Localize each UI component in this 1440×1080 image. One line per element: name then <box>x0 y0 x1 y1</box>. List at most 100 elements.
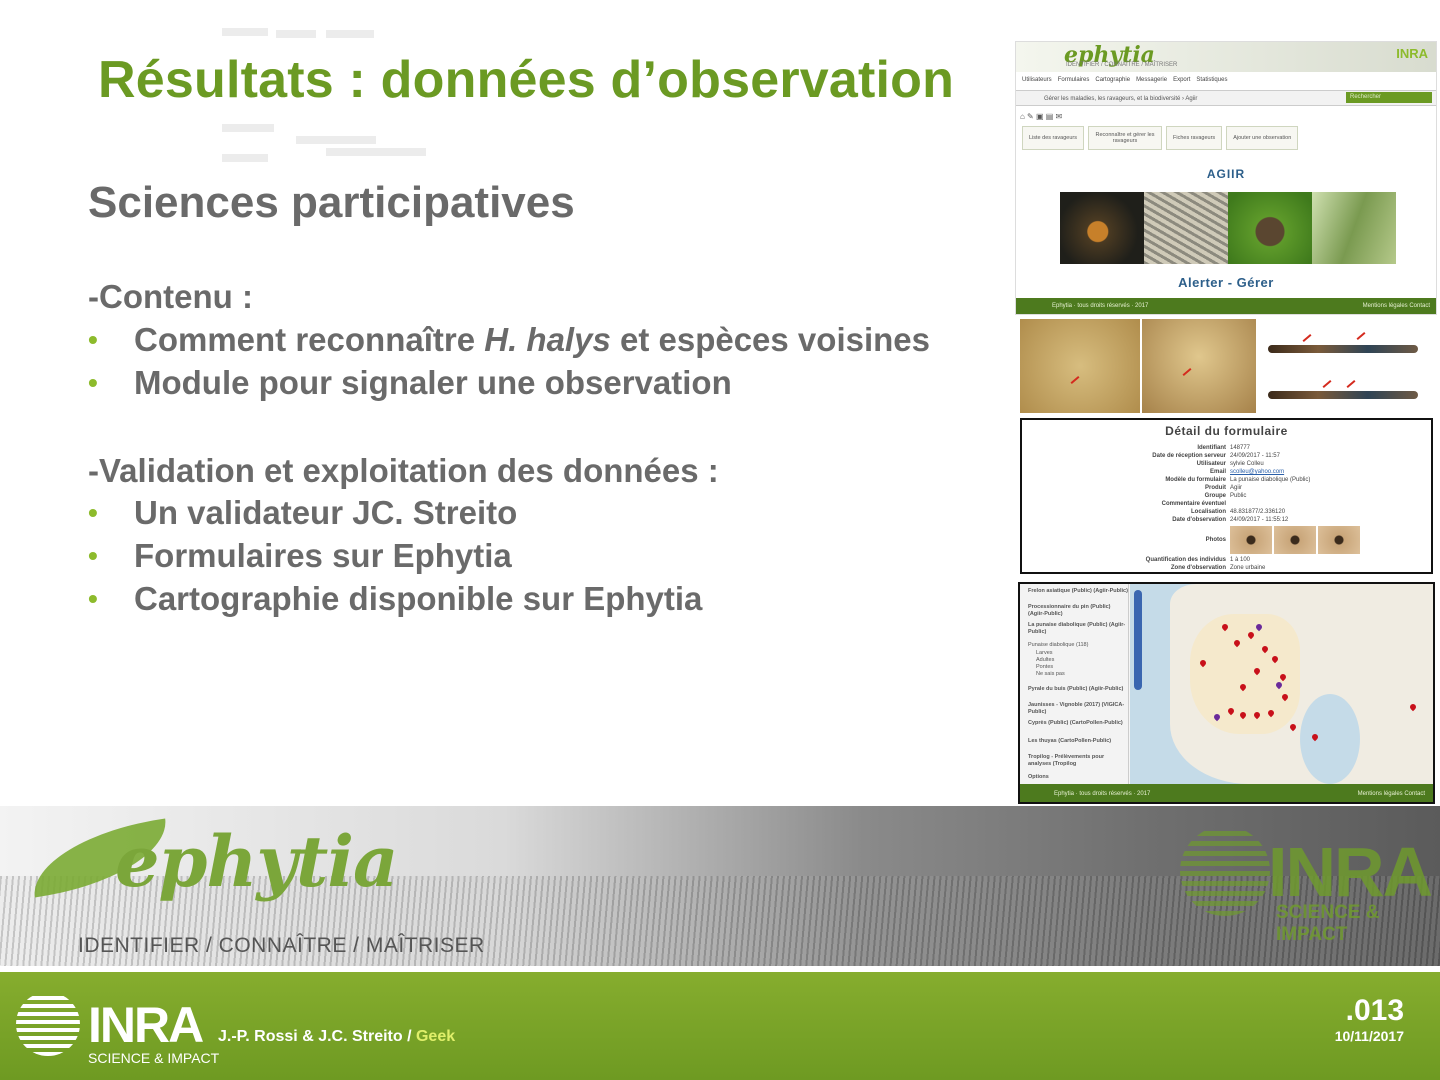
site-menu: Utilisateurs Formulaires Cartographie Me… <box>1016 72 1436 88</box>
geek-label: Geek <box>415 1028 456 1045</box>
layer-item[interactable]: Tropilog - Prélèvements pour analyses (T… <box>1028 754 1128 768</box>
inra-emblem-icon <box>16 992 80 1056</box>
decor-bar <box>222 28 268 36</box>
inra-slogan: SCIENCE & IMPACT <box>88 1050 220 1066</box>
layer-item[interactable]: Processionnaire du pin (Public) (Agiir-P… <box>1028 604 1128 618</box>
content-bullet-list: • Comment reconnaître H. halys et espèces… <box>88 318 930 404</box>
bullet-item: • Cartographie disponible sur Ephytia <box>88 577 702 620</box>
slide-date: 10/11/2017 <box>1334 1028 1404 1044</box>
slide-number: .013 <box>1345 994 1404 1027</box>
photo-pyrale <box>1312 192 1396 264</box>
toolbar-icons: ⌂ ✎ ▣ ▤ ✉ <box>1020 112 1063 121</box>
arrow-marker <box>1322 380 1332 388</box>
slide: Résultats : données d’observation Scienc… <box>0 0 1440 1080</box>
photo-ventral-view-2 <box>1142 319 1256 413</box>
form-row: Email scolleu@yahoo.com <box>1209 468 1285 476</box>
layer-panel: Frelon asiatique (Public) (Agiir-Public)… <box>1020 584 1129 784</box>
slide-footer: INRA SCIENCE & IMPACT J.-P. Rossi & J.C.… <box>0 972 1440 1080</box>
layer-checkbox[interactable]: Larves <box>1036 650 1053 657</box>
site-footer: Ephytia · tous droits réservés · 2017 Me… <box>1016 298 1436 314</box>
decor-bar <box>326 30 374 38</box>
observation-photo[interactable] <box>1274 526 1316 554</box>
options-toggle[interactable]: Options <box>1028 774 1049 781</box>
decor-bar <box>222 124 274 132</box>
tab-fiches[interactable]: Fiches ravageurs <box>1166 126 1223 150</box>
form-row: Groupe Public <box>1204 493 1247 499</box>
footer-copyright: Ephytia · tous droits réservés · 2017 <box>1052 303 1149 309</box>
menu-utilisateurs[interactable]: Utilisateurs <box>1022 77 1052 83</box>
layer-checkbox[interactable]: Ne sais pas <box>1036 671 1065 678</box>
search-input[interactable]: Rechercher <box>1346 92 1432 103</box>
layer-checkbox[interactable]: Adultes <box>1036 657 1054 664</box>
inra-slogan: SCIENCE & IMPACT <box>1276 902 1380 945</box>
observation-photo[interactable] <box>1318 526 1360 554</box>
menu-export[interactable]: Export <box>1173 77 1190 83</box>
footer-copyright: Ephytia · tous droits réservés · 2017 <box>1054 791 1151 797</box>
tab-liste-ravageurs[interactable]: Liste des ravageurs <box>1022 126 1084 150</box>
inra-logo: INRA <box>88 997 204 1053</box>
footer-links[interactable]: Mentions légales Contact <box>1363 298 1430 314</box>
arrow-marker <box>1182 368 1192 376</box>
menu-statistiques[interactable]: Statistiques <box>1196 77 1227 83</box>
decor-bar <box>296 136 376 144</box>
europe-map[interactable] <box>1130 584 1433 784</box>
antenna <box>1268 391 1418 399</box>
menu-messagerie[interactable]: Messagerie <box>1136 77 1167 83</box>
tab-reconnaitre[interactable]: Reconnaître et gérer les ravageurs <box>1088 126 1162 150</box>
slide-subtitle: Sciences participatives <box>88 178 575 227</box>
map-zoom-slider[interactable] <box>1134 590 1142 690</box>
form-row: Date de réception serveur 24/09/2017 - 11… <box>1152 453 1280 459</box>
form-row: Date d'observation 24/09/2017 - 11:55:12 <box>1172 517 1289 523</box>
section-validation-heading: -Validation et exploitation des données … <box>88 452 719 489</box>
layer-item[interactable]: Jaunisses - Vignoble (2017) (VIGICA-Publ… <box>1028 702 1128 716</box>
form-row: Quantification des individus 1 à 100 <box>1145 557 1251 563</box>
menu-formulaires[interactable]: Formulaires <box>1058 77 1090 83</box>
layer-item[interactable]: Frelon asiatique (Public) (Agiir-Public) <box>1028 588 1128 595</box>
bullet-item: • Formulaires sur Ephytia <box>88 534 702 577</box>
photo-processionnaire <box>1144 192 1228 264</box>
arrow-marker <box>1346 380 1356 388</box>
decor-bar <box>276 30 316 38</box>
bullet-dot: • <box>88 324 98 355</box>
footer-links[interactable]: Mentions légales Contact <box>1358 784 1425 802</box>
layer-item[interactable]: Les thuyas (CartoPollen-Public) <box>1028 738 1111 745</box>
observation-photo[interactable] <box>1230 526 1272 554</box>
layer-item[interactable]: Cyprès (Public) (CartoPollen-Public) <box>1028 720 1123 727</box>
section-content-heading: -Contenu : <box>88 278 253 315</box>
alerter-gerer-link[interactable]: Alerter - Gérer <box>1016 275 1436 290</box>
photo-ventral-view <box>1020 319 1140 413</box>
inra-logo: INRA <box>1396 46 1428 61</box>
authors: J.-P. Rossi & J.C. Streito / Geek <box>218 1028 456 1045</box>
bullet-item: • Un validateur JC. Streito <box>88 491 702 534</box>
email-link[interactable]: scolleu@yahoo.com <box>1230 468 1284 476</box>
menu-cartographie[interactable]: Cartographie <box>1095 77 1130 83</box>
ephytia-banner: ephytia IDENTIFIER / CONNAÎTRE / MAÎTRIS… <box>0 806 1440 966</box>
layer-item[interactable]: Pyrale du buis (Public) (Agiir-Public) <box>1028 686 1123 693</box>
form-row: Localisation 48.831877/2.336120 <box>1190 509 1286 515</box>
bullet-dot: • <box>88 583 98 614</box>
form-detail-screenshot: Détail du formulaire Identifiant 148777 D… <box>1020 418 1433 574</box>
validation-bullet-list: • Un validateur JC. Streito • Formulaires … <box>88 491 702 620</box>
form-row: Utilisateur sylvie Colleu <box>1196 461 1264 467</box>
site-footer: Ephytia · tous droits réservés · 2017 Me… <box>1020 784 1433 802</box>
banner-tagline: IDENTIFIER / CONNAÎTRE / MAÎTRISER <box>78 934 485 957</box>
site-tabs: Liste des ravageurs Reconnaître et gérer… <box>1022 126 1299 150</box>
decor-bar <box>222 154 268 162</box>
form-row: Zone d'observation Zone urbaine <box>1170 565 1266 571</box>
map-land <box>1300 694 1360 784</box>
ephytia-logo: ephytia <box>115 820 398 903</box>
layer-checkbox[interactable]: Punaise diabolique (118) <box>1028 642 1088 649</box>
photo-frelon <box>1060 192 1144 264</box>
form-row: Identifiant 148777 <box>1197 445 1251 451</box>
slide-title: Résultats : données d’observation <box>98 51 955 109</box>
bullet-dot: • <box>88 367 98 398</box>
photo-antennae <box>1262 319 1430 413</box>
form-row: Photos <box>1205 537 1226 543</box>
tab-ajouter-observation[interactable]: Ajouter une observation <box>1226 126 1299 150</box>
layer-checkbox[interactable]: Pontes <box>1036 664 1053 671</box>
bullet-dot: • <box>88 497 98 528</box>
layer-item[interactable]: La punaise diabolique (Public) (Agiir-Pu… <box>1028 622 1128 636</box>
form-detail-heading: Détail du formulaire <box>1165 424 1288 438</box>
form-row: Produit Agiir <box>1205 485 1243 491</box>
identification-photos <box>1020 319 1430 413</box>
